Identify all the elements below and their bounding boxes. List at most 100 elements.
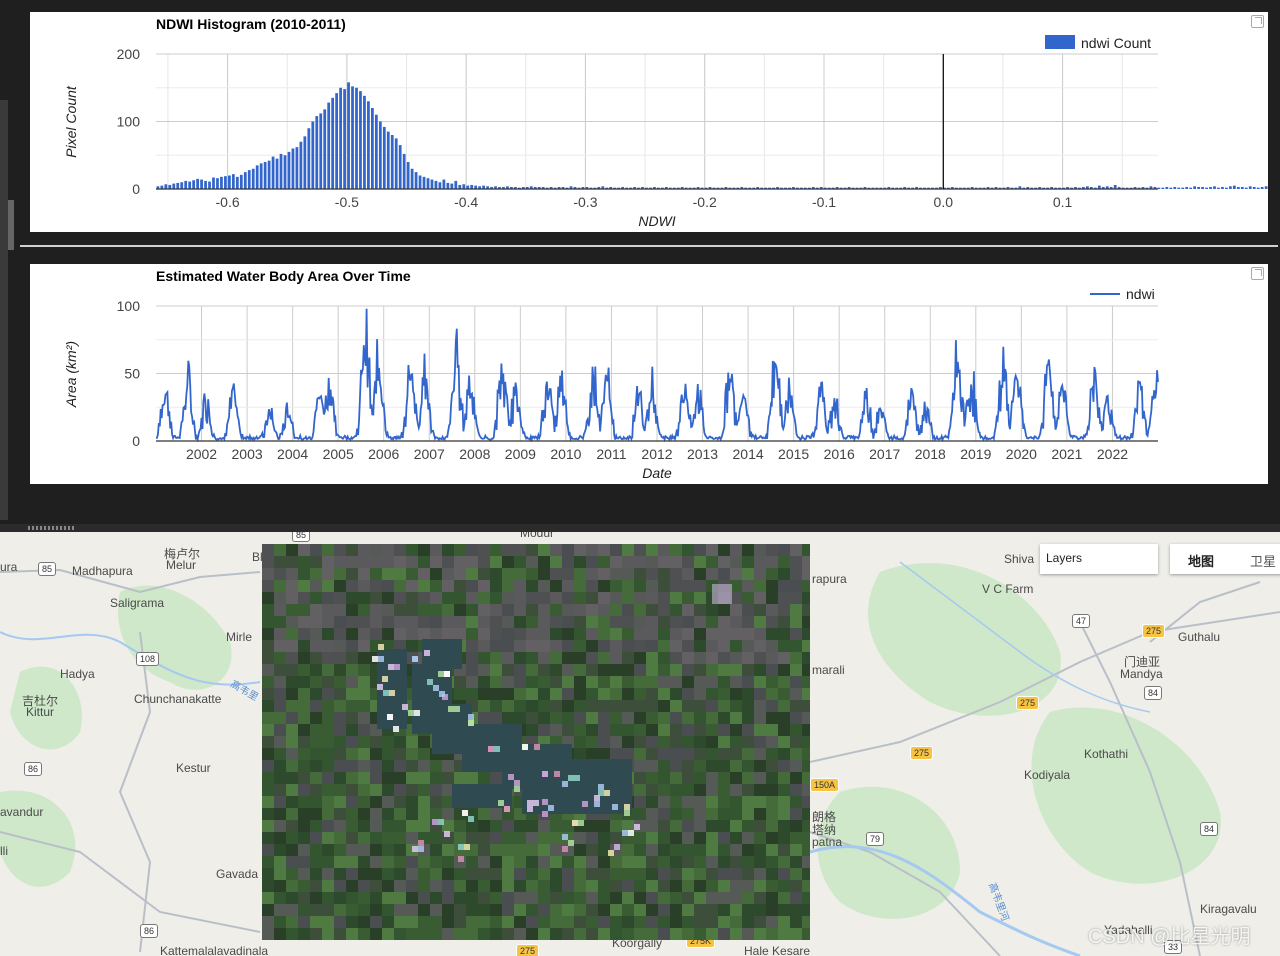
road-badge: 108 (136, 652, 160, 666)
histogram-bar (438, 182, 442, 189)
road-badge: 79 (866, 832, 885, 846)
x-tick-label: 2015 (778, 446, 809, 462)
divider (20, 245, 1278, 247)
histogram-bar (1201, 186, 1204, 189)
water-edge-pixel (427, 679, 433, 685)
road-badge: 86 (140, 924, 159, 938)
road-badge: 84 (1144, 686, 1163, 700)
histogram-bar (327, 102, 331, 189)
place-label: Kothathi (1084, 747, 1129, 761)
place-label: Mandya (1120, 667, 1163, 681)
histogram-bar (378, 121, 382, 189)
histogram-bar (458, 184, 462, 189)
histogram-bar (196, 178, 199, 189)
water-edge-pixel (408, 710, 414, 716)
histogram-bar (1165, 186, 1169, 189)
map-view[interactable]: ura Madhapura 梅卢尔 Melur Saligrama Mirle … (0, 532, 1280, 956)
water-edge-pixel (572, 820, 578, 826)
water-edge-pixel (614, 844, 620, 850)
water-edge-pixel (548, 805, 554, 811)
histogram-bar (1256, 187, 1260, 189)
place-label: Mirle (226, 630, 252, 644)
histogram-bar (370, 108, 374, 189)
x-tick-label: 2006 (368, 446, 399, 462)
water-edge-pixel (393, 726, 399, 732)
water-edge-pixel (488, 746, 494, 752)
water-edge-pixel (382, 676, 388, 682)
splitter-grip-icon[interactable] (28, 526, 74, 530)
histogram-bar (394, 138, 398, 189)
histogram-bar (422, 176, 426, 189)
y-tick-label: 100 (117, 114, 141, 130)
x-tick-label: 2010 (550, 446, 581, 462)
water-edge-pixel (514, 786, 520, 792)
panel-splitter[interactable] (0, 524, 1280, 532)
water-edge-pixel (438, 671, 444, 677)
layers-button[interactable]: Layers (1040, 544, 1158, 574)
water-edge-pixel (628, 830, 634, 836)
histogram-bar (418, 175, 422, 189)
histogram-bar (323, 109, 327, 189)
water-edge-pixel (568, 840, 574, 846)
scrollbar-track[interactable] (0, 100, 8, 520)
histogram-bar (410, 168, 414, 189)
histogram-bar (235, 176, 239, 189)
place-label: Hadya (60, 667, 95, 681)
x-axis-title: Date (642, 465, 672, 481)
histogram-bar (231, 174, 235, 189)
x-tick-label: 2008 (459, 446, 490, 462)
histogram-bar (200, 179, 203, 189)
histogram-bar (204, 180, 207, 189)
water-edge-pixel (448, 706, 454, 712)
map-type-satellite-button[interactable]: 卫星 (1232, 544, 1280, 574)
road-badge: 275 (1142, 624, 1166, 638)
water-edge-pixel (468, 720, 474, 726)
histogram-bar (1173, 186, 1177, 189)
water-edge-pixel (622, 830, 628, 836)
water-edge-pixel (604, 790, 610, 796)
x-tick-label: 2017 (869, 446, 900, 462)
place-label: avandur (0, 805, 44, 819)
x-axis-title: NDWI (638, 213, 675, 229)
histogram-bar (382, 126, 386, 189)
water-edge-pixel (458, 856, 464, 862)
histogram-bar (1244, 187, 1248, 189)
histogram-bar (402, 153, 406, 189)
histogram-bar (251, 168, 255, 189)
histogram-bar (335, 93, 339, 189)
histogram-bar (454, 180, 458, 189)
place-label: lli (0, 844, 8, 858)
histogram-bar (1240, 186, 1244, 189)
place-label: Guthalu (1178, 630, 1221, 644)
histogram-bar (275, 158, 279, 189)
place-label: Madhapura (72, 564, 133, 578)
x-tick-label: 2005 (323, 446, 354, 462)
water-edge-pixel (439, 691, 445, 697)
histogram-bar (1177, 187, 1181, 189)
x-tick-label: -0.4 (454, 194, 478, 210)
charts-area: NDWI Histogram (2010-2011) -0.6 -0.5 -0.4-… (0, 0, 1280, 532)
water-edge-pixel (394, 664, 400, 670)
x-tick-label: 2016 (824, 446, 855, 462)
histogram-bar (390, 135, 394, 189)
water-edge-pixel (508, 774, 514, 780)
water-edge-pixel (574, 775, 580, 781)
histogram-bar (1169, 187, 1173, 189)
water-edge-pixel (494, 746, 500, 752)
map-type-map-button[interactable]: 地图 (1170, 544, 1232, 574)
water-edge-pixel (424, 650, 430, 656)
water-edge-pixel (458, 844, 464, 850)
x-tick-label: 2011 (596, 446, 626, 462)
histogram-bar (283, 155, 287, 189)
resize-handle[interactable] (8, 200, 14, 250)
histogram-bar (1205, 187, 1208, 189)
water-edge-pixel (562, 846, 568, 852)
histogram-bar (450, 183, 454, 189)
water-edge-pixel (462, 810, 468, 816)
histogram-bar (331, 97, 335, 189)
y-tick-label: 0 (132, 181, 140, 197)
water-edge-pixel (522, 744, 528, 750)
water-edge-pixel (412, 656, 418, 662)
water-edge-pixel (498, 800, 504, 806)
map-type-control[interactable]: 地图 卫星 (1170, 544, 1280, 574)
